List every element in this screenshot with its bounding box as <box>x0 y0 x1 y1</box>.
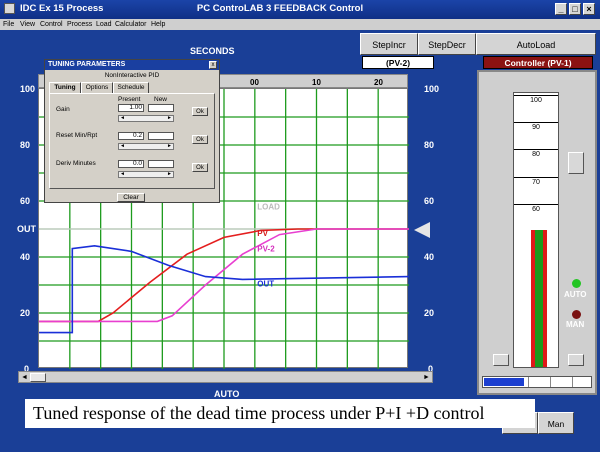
reset-slider-right-icon[interactable]: ► <box>167 143 172 149</box>
deriv-new-input[interactable] <box>148 160 174 168</box>
reset-slider[interactable]: ◄ ► <box>118 143 174 150</box>
mini-divider <box>528 377 529 387</box>
y-right-80: 80 <box>424 140 435 150</box>
maximize-button[interactable]: □ <box>569 3 581 15</box>
step-decr-button[interactable]: StepDecr <box>418 33 476 55</box>
menu-load[interactable]: Load <box>96 19 112 30</box>
output-down-button[interactable] <box>493 354 509 366</box>
menu-view[interactable]: View <box>20 19 35 30</box>
deriv-label: Deriv Minutes <box>56 160 96 167</box>
app-icon <box>4 3 15 14</box>
man-lamp-icon <box>572 310 581 319</box>
scale-100: 100 <box>514 95 558 104</box>
gain-slider[interactable]: ◄ ► <box>118 115 174 122</box>
deriv-slider[interactable]: ◄ ► <box>118 171 174 178</box>
mode-label: AUTO <box>214 389 240 399</box>
scale-60: 60 <box>514 204 558 213</box>
y-left-60: 60 <box>20 196 31 206</box>
y-right-20: 20 <box>424 308 435 318</box>
gain-new-input[interactable] <box>148 104 174 112</box>
tuning-tab-panel: Present New Gain 1.00 ◄ ► Ok Reset Min/R… <box>49 93 215 189</box>
seconds-label: SECONDS <box>190 46 235 56</box>
y-left-20: 20 <box>20 308 31 318</box>
window-title: PC ControLAB 3 FEEDBACK Control <box>196 3 364 14</box>
gain-slider-left-icon[interactable]: ◄ <box>120 115 125 121</box>
output-mini-bar <box>482 376 592 388</box>
reset-slider-left-icon[interactable]: ◄ <box>120 143 125 149</box>
menu-bar: File View Control Process Load Calculato… <box>0 19 600 30</box>
scale-90: 90 <box>514 122 558 131</box>
setpoint-arrows-icon[interactable] <box>568 152 584 174</box>
gain-slider-right-icon[interactable]: ► <box>167 115 172 121</box>
close-button[interactable]: × <box>583 3 595 15</box>
autoload-button[interactable]: AutoLoad <box>476 33 596 55</box>
reset-present-value: 0.2 <box>118 132 144 140</box>
new-header: New <box>154 96 168 103</box>
scroll-thumb[interactable] <box>30 373 46 382</box>
menu-help[interactable]: Help <box>151 19 165 30</box>
reset-new-input[interactable] <box>148 132 174 140</box>
y-left-40: 40 <box>20 252 31 262</box>
output-up-button[interactable] <box>568 354 584 366</box>
clear-button[interactable]: Clear <box>117 193 145 202</box>
y-left-out: OUT <box>17 224 36 234</box>
scroll-left-icon[interactable]: ◄ <box>20 373 29 382</box>
dialog-subtitle: NonInteractive PID <box>104 72 160 79</box>
y-right-100: 100 <box>424 84 440 94</box>
reset-ok-button[interactable]: Ok <box>192 135 208 144</box>
x-tick-00: 00 <box>250 78 259 87</box>
output-mini-fill <box>484 378 524 386</box>
dialog-title: TUNING PARAMETERS <box>45 60 219 70</box>
series-label-out: OUT <box>257 279 274 288</box>
plot-scrollbar[interactable]: ◄ ► <box>18 371 433 383</box>
scale-80: 80 <box>514 149 558 158</box>
y-left-80: 80 <box>20 140 31 150</box>
caption-text: Tuned response of the dead time process … <box>25 399 535 428</box>
series-label-load: LOAD <box>257 202 280 211</box>
y-left-100: 100 <box>20 84 36 94</box>
x-tick-20: 20 <box>374 78 383 87</box>
deriv-slider-right-icon[interactable]: ► <box>167 171 172 177</box>
reset-label: Reset Min/Rpt <box>56 132 98 139</box>
pv2-display: (PV-2) <box>362 56 434 69</box>
tab-options[interactable]: Options <box>81 82 113 93</box>
auto-lamp-label: AUTO <box>564 290 587 299</box>
minimize-button[interactable]: _ <box>555 3 567 15</box>
gain-label: Gain <box>56 106 70 113</box>
mini-divider <box>572 377 573 387</box>
app-name: IDC Ex 15 Process <box>20 3 104 14</box>
output-bar <box>535 230 543 367</box>
menu-calculator[interactable]: Calculator <box>115 19 147 30</box>
tuning-dialog: TUNING PARAMETERS x NonInteractive PID T… <box>44 59 220 203</box>
gain-ok-button[interactable]: Ok <box>192 107 208 116</box>
present-header: Present <box>118 96 141 103</box>
gain-present-value: 1.00 <box>118 104 144 112</box>
auto-lamp-icon <box>572 279 581 288</box>
man-lamp-label: MAN <box>566 320 585 329</box>
x-tick-10: 10 <box>312 78 321 87</box>
man-button[interactable]: Man <box>538 412 574 434</box>
menu-control[interactable]: Control <box>40 19 63 30</box>
scroll-right-icon[interactable]: ► <box>422 373 431 382</box>
step-incr-button[interactable]: StepIncr <box>360 33 418 55</box>
series-label-pv2: PV-2 <box>257 244 275 253</box>
tab-schedule[interactable]: Schedule <box>113 82 149 93</box>
scale-70: 70 <box>514 177 558 186</box>
deriv-slider-left-icon[interactable]: ◄ <box>120 171 125 177</box>
deriv-ok-button[interactable]: Ok <box>192 163 208 172</box>
series-label-pv: PV <box>257 229 268 238</box>
out-pointer-icon <box>414 222 430 238</box>
deriv-present-value: 0.0 <box>118 160 144 168</box>
mini-divider <box>550 377 551 387</box>
controller-display: Controller (PV-1) <box>483 56 593 69</box>
y-right-40: 40 <box>424 252 435 262</box>
y-right-60: 60 <box>424 196 435 206</box>
menu-file[interactable]: File <box>3 19 14 30</box>
menu-process[interactable]: Process <box>67 19 92 30</box>
dialog-close-button[interactable]: x <box>209 61 217 69</box>
title-bar: IDC Ex 15 Process PC ControLAB 3 FEEDBAC… <box>0 0 600 19</box>
